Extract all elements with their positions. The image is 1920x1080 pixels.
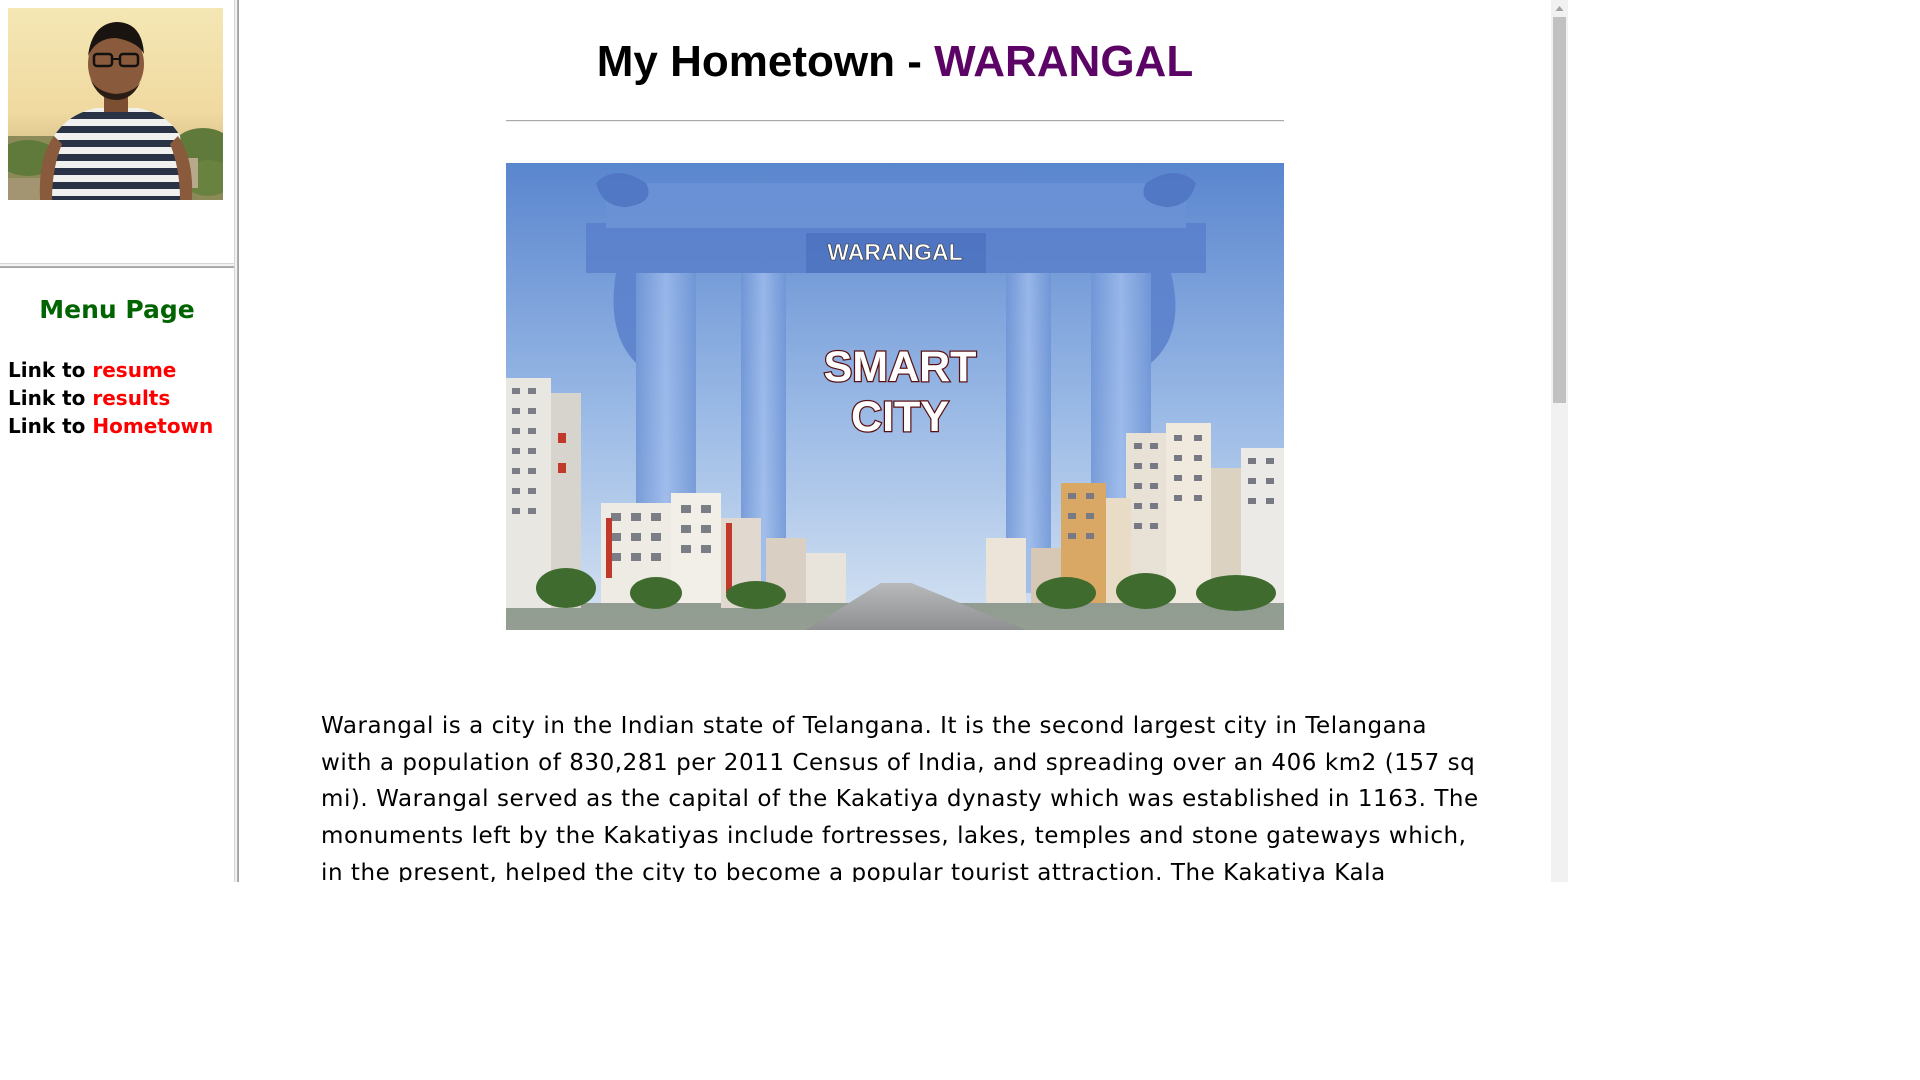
results-link[interactable]: results — [92, 386, 170, 410]
hero-line-2: CITY — [851, 393, 949, 441]
menu-item-results: Link to results — [8, 384, 213, 412]
menu-item-hometown: Link to Hometown — [8, 412, 213, 440]
frameset: Menu Page Link to resume Link to results… — [0, 0, 1568, 882]
menu-item-prefix: Link to — [8, 358, 93, 382]
menu-item-prefix: Link to — [8, 386, 93, 410]
content-frame: My Hometown - WARANGAL WARANGAL SMART CI… — [239, 0, 1551, 882]
hero-line-1: SMART — [824, 343, 977, 391]
page-title-prefix: My Hometown - — [596, 37, 935, 86]
menu-frame: Menu Page Link to resume Link to results… — [0, 268, 234, 882]
hometown-link[interactable]: Hometown — [92, 414, 213, 438]
heading-divider — [506, 120, 1284, 122]
menu-list: Link to resume Link to results Link to H… — [8, 356, 213, 440]
hero-image: WARANGAL SMART CITY — [506, 163, 1284, 630]
triangle-up-icon[interactable] — [1551, 0, 1568, 17]
city-description: Warangal is a city in the Indian state o… — [321, 713, 1479, 882]
photo-frame — [0, 0, 234, 263]
resume-link[interactable]: resume — [92, 358, 176, 382]
hero-top-label: WARANGAL — [827, 239, 962, 265]
vertical-scrollbar[interactable] — [1551, 0, 1568, 882]
page-title: My Hometown - WARANGAL — [239, 34, 1551, 90]
menu-title: Menu Page — [39, 295, 195, 324]
profile-photo — [8, 8, 223, 200]
page-title-city: WARANGAL — [934, 37, 1194, 86]
menu-item-resume: Link to resume — [8, 356, 213, 384]
scrollbar-thumb[interactable] — [1553, 17, 1566, 403]
menu-item-prefix: Link to — [8, 414, 93, 438]
left-frame: Menu Page Link to resume Link to results… — [0, 0, 234, 882]
